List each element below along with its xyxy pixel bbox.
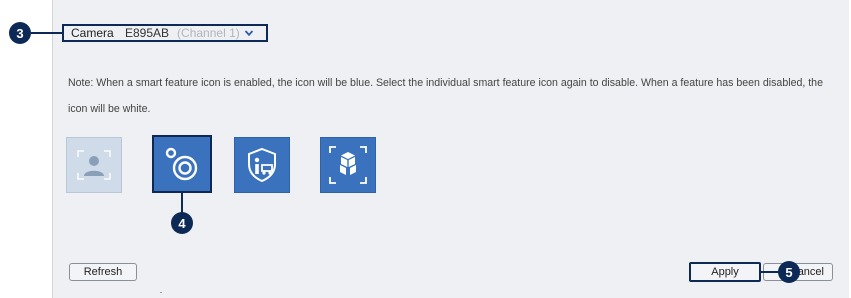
object-detection-icon — [165, 147, 198, 181]
camera-label: Camera — [71, 26, 114, 40]
camera-value: E895AB — [125, 26, 170, 40]
callout-marker-3: 3 — [9, 22, 31, 44]
smart-feature-note: Note: When a smart feature icon is enabl… — [68, 77, 823, 115]
face-detection-toggle[interactable] — [66, 137, 122, 193]
person-vehicle-detection-toggle[interactable] — [234, 137, 290, 193]
callout-marker-5: 5 — [778, 261, 800, 283]
callout-leader-5 — [761, 271, 779, 273]
camera-channel: (Channel 1) — [177, 26, 240, 40]
refresh-button[interactable]: Refresh — [69, 263, 137, 281]
missing-object-toggle[interactable] — [320, 137, 376, 193]
chevron-down-icon — [244, 30, 253, 37]
object-detection-toggle[interactable] — [152, 135, 212, 193]
callout-leader-3 — [31, 32, 62, 34]
divider-dot — [160, 292, 162, 293]
person-vehicle-shield-icon — [248, 147, 276, 183]
camera-select[interactable]: Camera E895AB (Channel 1) — [62, 24, 268, 42]
missing-object-icon — [329, 146, 367, 184]
callout-leader-4 — [181, 193, 183, 213]
face-detection-icon — [77, 150, 111, 180]
apply-button[interactable]: Apply — [689, 262, 761, 282]
callout-marker-4: 4 — [171, 212, 193, 234]
